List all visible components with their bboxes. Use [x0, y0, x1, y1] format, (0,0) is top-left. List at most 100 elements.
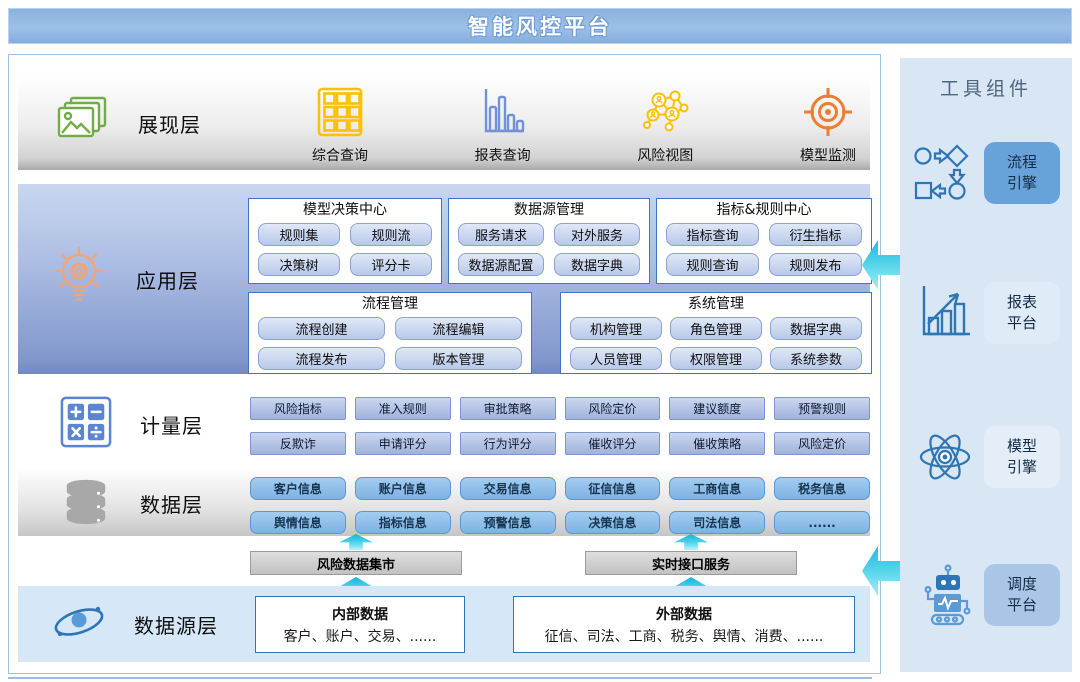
- app-pill: 评分卡: [350, 253, 432, 276]
- measurement-box: 申请评分: [355, 432, 451, 455]
- bottom-divider: [8, 677, 872, 679]
- bulb-gear-icon: [48, 245, 110, 313]
- pres-item-label: 报表查询: [475, 145, 531, 165]
- pres-item-label: 风险视图: [637, 145, 693, 165]
- data-box: 税务信息: [774, 477, 870, 500]
- sidebar-box-model-engine: 模型引擎: [984, 426, 1060, 488]
- group-system-mgmt: 系统管理 机构管理 角色管理 数据字典 人员管理 权限管理 系统参数: [560, 292, 872, 374]
- tools-sidebar: 工具组件 流程引擎: [900, 58, 1072, 672]
- data-box: 指标信息: [355, 511, 451, 534]
- app-pill: 流程创建: [258, 317, 385, 340]
- app-pill: 规则查询: [666, 253, 759, 276]
- app-pill: 规则流: [350, 223, 432, 246]
- target-icon: [803, 87, 853, 141]
- pres-item: 综合查询: [280, 87, 400, 165]
- measurement-grid: 风险指标 准入规则 审批策略 风险定价 建议额度 预警规则 反欺诈 申请评分 行…: [250, 397, 870, 455]
- group-title: 指标&规则中心: [657, 200, 871, 221]
- app-pill: 规则集: [258, 223, 340, 246]
- app-pill: 数据字典: [554, 253, 640, 276]
- internal-data-title: 内部数据: [332, 604, 388, 624]
- measurement-box: 反欺诈: [250, 432, 346, 455]
- measurement-box: 风险定价: [774, 432, 870, 455]
- measurement-box: 行为评分: [460, 432, 556, 455]
- app-pill: 人员管理: [570, 347, 662, 370]
- bar-chart-icon: [479, 87, 527, 141]
- photos-icon: [56, 96, 110, 150]
- measurement-box: 审批策略: [460, 397, 556, 420]
- data-box: 征信信息: [565, 477, 661, 500]
- page-title: 智能风控平台: [8, 8, 1072, 44]
- middleware-box-data-mart: 风险数据集市: [250, 551, 462, 575]
- pres-item: 模型监测: [768, 87, 888, 165]
- atom-icon: [906, 426, 984, 488]
- group-datasource-mgmt: 数据源管理 服务请求 对外服务 数据源配置 数据字典: [448, 198, 650, 284]
- app-pill: 角色管理: [670, 317, 762, 340]
- app-pill: 流程发布: [258, 347, 385, 370]
- pres-item: 风险视图: [605, 87, 725, 165]
- data-grid: 客户信息 账户信息 交易信息 征信信息 工商信息 税务信息 舆情信息 指标信息 …: [250, 477, 870, 534]
- middleware-box-realtime-api: 实时接口服务: [585, 551, 797, 575]
- layer-label: 展现层: [138, 109, 201, 138]
- network-icon: [639, 87, 691, 141]
- sidebar-box-process-engine: 流程引擎: [984, 142, 1060, 204]
- group-title: 系统管理: [561, 294, 871, 315]
- measurement-box: 催收策略: [669, 432, 765, 455]
- robot-icon: [906, 563, 984, 627]
- app-pill: 数据源配置: [458, 253, 544, 276]
- galaxy-icon: [48, 596, 110, 652]
- group-indicator-rule: 指标&规则中心 指标查询 衍生指标 规则查询 规则发布: [656, 198, 872, 284]
- app-pill: 决策树: [258, 253, 340, 276]
- layer-presentation: 展现层 综合查询: [18, 76, 870, 170]
- group-title: 模型决策中心: [249, 200, 441, 221]
- risk-platform-diagram: 智能风控平台 展现层: [0, 0, 1080, 682]
- group-title: 数据源管理: [449, 200, 649, 221]
- measurement-box: 风险定价: [565, 397, 661, 420]
- app-pill: 衍生指标: [769, 223, 862, 246]
- sidebar-item-report-platform: 报表平台: [906, 280, 1066, 346]
- sidebar-title: 工具组件: [900, 74, 1072, 101]
- layer-label: 数据层: [140, 489, 203, 518]
- external-data-box: 外部数据 征信、司法、工商、税务、舆情、消费、......: [513, 596, 855, 653]
- database-icon: [60, 476, 112, 530]
- calculator-icon: [60, 396, 112, 452]
- external-data-title: 外部数据: [656, 604, 712, 624]
- app-pill: 系统参数: [770, 347, 862, 370]
- report-chart-icon: [906, 284, 984, 342]
- measurement-box: 预警规则: [774, 397, 870, 420]
- sidebar-box-label: 模型引擎: [1005, 436, 1039, 478]
- data-box: 决策信息: [565, 511, 661, 534]
- data-box: 客户信息: [250, 477, 346, 500]
- measurement-box: 催收评分: [565, 432, 661, 455]
- sidebar-box-label: 流程引擎: [1005, 152, 1039, 194]
- pres-item: 报表查询: [443, 87, 563, 165]
- sidebar-item-model-engine: 模型引擎: [906, 424, 1066, 490]
- sidebar-box-scheduler-platform: 调度平台: [984, 564, 1060, 626]
- pres-item-label: 模型监测: [800, 145, 856, 165]
- data-box: 预警信息: [460, 511, 556, 534]
- data-box: 工商信息: [669, 477, 765, 500]
- pres-item-label: 综合查询: [312, 145, 368, 165]
- layer-application: 应用层 模型决策中心 规则集 规则流 决策树 评分卡 数据源管理 服务请求 对外…: [18, 184, 870, 374]
- app-pill: 机构管理: [570, 317, 662, 340]
- group-process-mgmt: 流程管理 流程创建 流程编辑 流程发布 版本管理: [248, 292, 532, 374]
- group-model-decision: 模型决策中心 规则集 规则流 决策树 评分卡: [248, 198, 442, 284]
- layer-label: 应用层: [136, 265, 199, 294]
- data-box: 司法信息: [669, 511, 765, 534]
- app-pill: 数据字典: [770, 317, 862, 340]
- layer-label: 计量层: [140, 410, 203, 439]
- layer-label: 数据源层: [134, 610, 218, 639]
- measurement-box: 准入规则: [355, 397, 451, 420]
- app-pill: 对外服务: [554, 223, 640, 246]
- grid-icon: [317, 87, 363, 141]
- app-pill: 指标查询: [666, 223, 759, 246]
- app-pill: 规则发布: [769, 253, 862, 276]
- app-pill: 服务请求: [458, 223, 544, 246]
- measurement-box: 建议额度: [669, 397, 765, 420]
- sidebar-item-scheduler-platform: 调度平台: [906, 562, 1066, 628]
- layer-datasource: 数据源层 内部数据 客户、账户、交易、...... 外部数据 征信、司法、工商、…: [18, 586, 870, 662]
- internal-data-desc: 客户、账户、交易、......: [284, 626, 437, 646]
- data-box: ......: [774, 511, 870, 534]
- group-title: 流程管理: [249, 294, 531, 315]
- sidebar-box-label: 调度平台: [1005, 574, 1039, 616]
- data-box: 舆情信息: [250, 511, 346, 534]
